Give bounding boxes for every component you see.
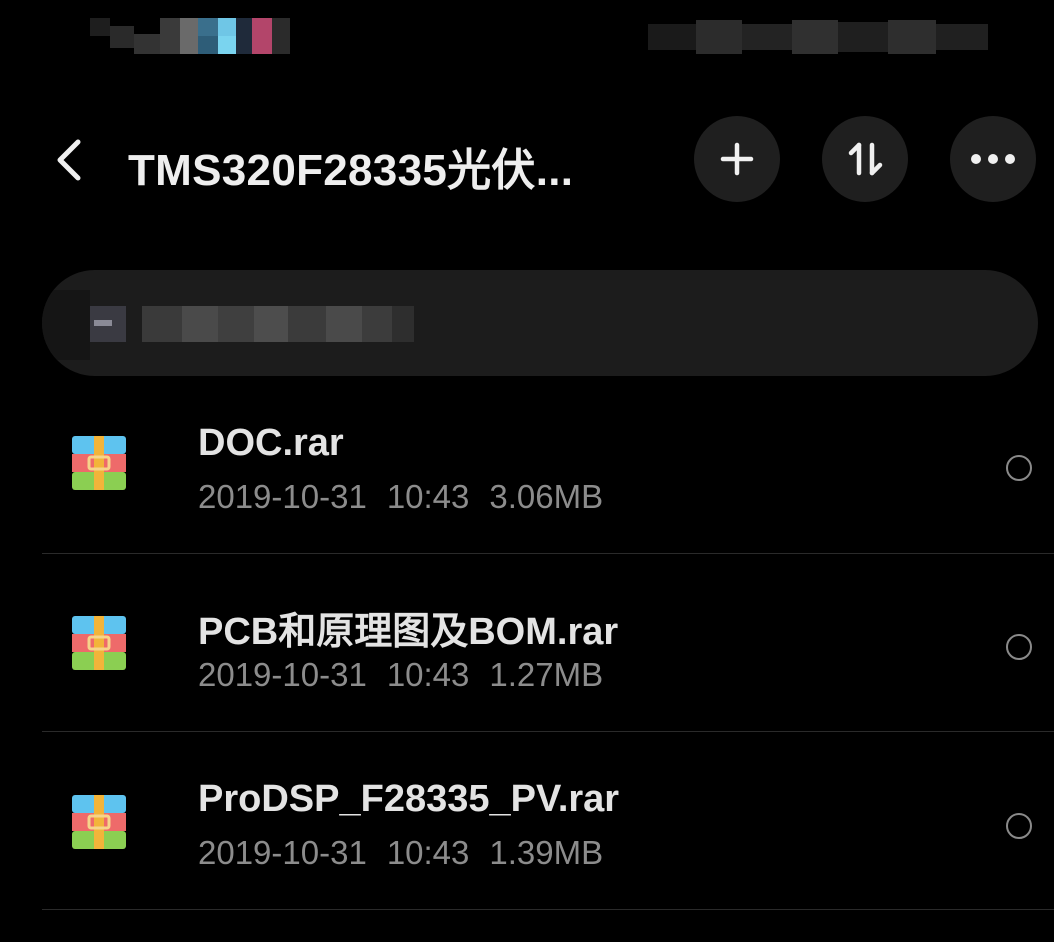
breadcrumb-redacted bbox=[42, 270, 442, 376]
sort-button[interactable] bbox=[822, 116, 908, 202]
page-title: TMS320F28335光伏... bbox=[128, 146, 574, 195]
archive-rar-icon bbox=[72, 616, 126, 670]
select-radio[interactable] bbox=[1006, 455, 1032, 481]
file-date: 2019-10-31 bbox=[198, 656, 367, 693]
chevron-left-icon bbox=[57, 139, 81, 181]
file-size: 1.27MB bbox=[489, 656, 604, 693]
plus-icon bbox=[720, 142, 754, 176]
file-time: 10:43 bbox=[386, 656, 470, 693]
file-time: 10:43 bbox=[386, 478, 470, 515]
select-radio[interactable] bbox=[1006, 634, 1032, 660]
file-name: PCB和原理图及BOM.rar bbox=[198, 611, 619, 653]
more-horizontal-icon bbox=[971, 154, 1015, 164]
list-item[interactable]: PCB和原理图及BOM.rar 2019-10-31 10:43 1.27MB bbox=[0, 554, 1054, 732]
back-button[interactable] bbox=[44, 132, 94, 188]
select-radio[interactable] bbox=[1006, 813, 1032, 839]
file-date: 2019-10-31 bbox=[198, 478, 367, 515]
add-button[interactable] bbox=[694, 116, 780, 202]
more-button[interactable] bbox=[950, 116, 1036, 202]
sort-arrows-icon bbox=[848, 142, 883, 176]
file-date: 2019-10-31 bbox=[198, 834, 367, 871]
file-time: 10:43 bbox=[386, 834, 470, 871]
file-meta: 2019-10-31 10:43 1.39MB bbox=[198, 834, 623, 872]
file-meta: 2019-10-31 10:43 1.27MB bbox=[198, 656, 623, 694]
file-name: DOC.rar bbox=[198, 422, 344, 464]
app-header: TMS320F28335光伏... bbox=[0, 110, 1054, 210]
archive-rar-icon bbox=[72, 795, 126, 849]
file-size: 3.06MB bbox=[489, 478, 604, 515]
status-bar bbox=[0, 0, 1054, 80]
file-size: 1.39MB bbox=[489, 834, 604, 871]
archive-rar-icon bbox=[72, 436, 126, 490]
file-name: ProDSP_F28335_PV.rar bbox=[198, 778, 620, 820]
file-meta: 2019-10-31 10:43 3.06MB bbox=[198, 478, 623, 516]
list-item[interactable]: DOC.rar 2019-10-31 10:43 3.06MB bbox=[0, 376, 1054, 554]
list-item[interactable]: ProDSP_F28335_PV.rar 2019-10-31 10:43 1.39… bbox=[0, 732, 1054, 910]
file-list: DOC.rar 2019-10-31 10:43 3.06MB PCB和原理图及BO… bbox=[0, 376, 1054, 910]
status-right-redacted bbox=[648, 20, 988, 54]
divider bbox=[42, 909, 1054, 910]
breadcrumb[interactable] bbox=[42, 270, 1038, 376]
status-left-redacted bbox=[90, 18, 290, 54]
